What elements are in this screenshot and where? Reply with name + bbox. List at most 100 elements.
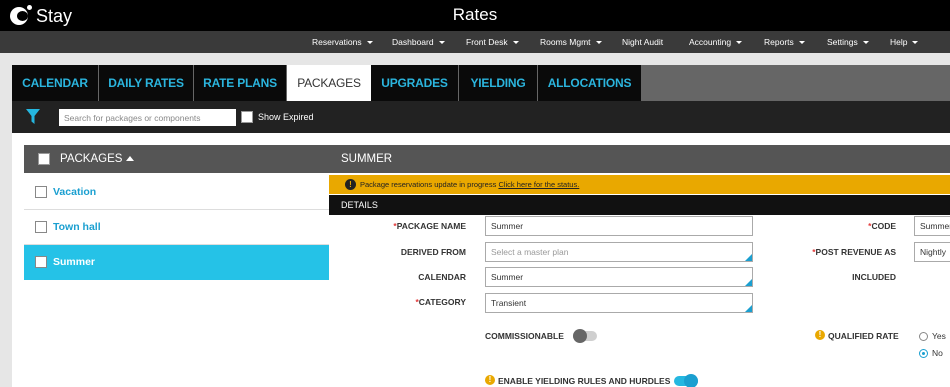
package-name-label: *PACKAGE NAME	[393, 221, 466, 231]
derived-from-select[interactable]: Select a master plan	[485, 242, 753, 262]
nav-dashboard[interactable]: Dashboard	[392, 31, 445, 53]
top-bar: Stay Rates	[0, 0, 950, 31]
tab-yielding[interactable]: YIELDING	[459, 65, 538, 101]
package-name-field[interactable]: Summer	[485, 216, 753, 236]
details-section-header: DETAILS	[329, 195, 950, 215]
category-label: *CATEGORY	[415, 297, 466, 307]
nav-label: Reservations	[312, 37, 362, 47]
label-text: POST REVENUE AS	[815, 247, 896, 257]
nav-label: Dashboard	[392, 37, 434, 47]
content-panel: CALENDAR DAILY RATES RATE PLANS PACKAGES…	[12, 65, 950, 387]
chevron-down-icon	[438, 41, 445, 45]
nav-accounting[interactable]: Accounting	[689, 31, 743, 53]
tab-packages[interactable]: PACKAGES	[287, 65, 371, 101]
commissionable-toggle[interactable]	[573, 329, 597, 343]
dropdown-corner-icon	[745, 254, 752, 261]
qualified-rate-no-radio[interactable]	[919, 349, 928, 358]
nav-label: Help	[890, 37, 908, 47]
tab-calendar[interactable]: CALENDAR	[12, 65, 99, 101]
show-expired-label: Show Expired	[258, 112, 314, 122]
label-text: PACKAGE NAME	[396, 221, 466, 231]
chevron-down-icon	[736, 41, 743, 45]
nav-label: Settings	[827, 37, 858, 47]
tab-allocations[interactable]: ALLOCATIONS	[538, 65, 642, 101]
package-checkbox[interactable]	[35, 221, 47, 233]
sort-ascending-icon	[126, 156, 135, 162]
nav-label: Night Audit	[622, 37, 664, 47]
package-item-town-hall[interactable]: Town hall	[24, 210, 329, 245]
search-input[interactable]	[59, 109, 236, 126]
toggle-knob	[684, 374, 698, 387]
filter-bar: Show Expired	[12, 101, 950, 133]
package-checkbox[interactable]	[35, 186, 47, 198]
included-label: INCLUDED	[852, 272, 896, 282]
details-section-title: DETAILS	[341, 200, 378, 210]
alert-message: Package reservations update in progress …	[360, 175, 579, 194]
nav-label: Reports	[764, 37, 794, 47]
main-nav: Reservations Dashboard Front Desk Rooms …	[0, 31, 950, 53]
select-all-checkbox[interactable]	[38, 153, 50, 165]
package-detail-title: SUMMER	[341, 153, 393, 165]
nav-label: Front Desk	[466, 37, 508, 47]
filter-icon[interactable]	[26, 109, 40, 125]
rates-tabs: CALENDAR DAILY RATES RATE PLANS PACKAGES…	[12, 65, 950, 101]
category-select[interactable]: Transient	[485, 293, 753, 313]
package-detail-header: SUMMER	[329, 145, 950, 173]
nav-night-audit[interactable]: Night Audit	[622, 31, 663, 53]
label-text: CATEGORY	[418, 297, 466, 307]
show-expired-checkbox[interactable]	[241, 111, 253, 123]
post-revenue-select[interactable]: Nightly	[914, 242, 950, 262]
qualified-rate-label: QUALIFIED RATE	[828, 331, 899, 341]
alert-text: Package reservations update in progress	[360, 180, 497, 189]
tab-daily-rates[interactable]: DAILY RATES	[99, 65, 194, 101]
code-field[interactable]: Summer	[914, 216, 950, 236]
package-label: Town hall	[53, 221, 101, 233]
yielding-toggle[interactable]	[674, 374, 698, 387]
chevron-down-icon	[595, 41, 602, 45]
packages-sort-header[interactable]: PACKAGES	[60, 145, 135, 173]
tab-upgrades[interactable]: UPGRADES	[371, 65, 459, 101]
select-placeholder: Select a master plan	[491, 247, 569, 257]
nav-settings[interactable]: Settings	[827, 31, 869, 53]
select-value: Transient	[491, 298, 527, 308]
alert-icon: !	[345, 179, 356, 190]
code-label: *CODE	[868, 221, 896, 231]
qualified-rate-yes-label: Yes	[932, 331, 946, 341]
select-value: Summer	[491, 272, 524, 282]
nav-reservations[interactable]: Reservations	[312, 31, 373, 53]
nav-reports[interactable]: Reports	[764, 31, 805, 53]
package-item-summer[interactable]: Summer	[24, 245, 329, 280]
chevron-down-icon	[862, 41, 869, 45]
info-icon: !	[815, 330, 825, 340]
nav-label: Rooms Mgmt	[540, 37, 591, 47]
derived-from-label: DERIVED FROM	[400, 247, 466, 257]
status-alert-banner: ! Package reservations update in progres…	[329, 175, 950, 194]
page-title: Rates	[452, 5, 498, 24]
yielding-label: ENABLE YIELDING RULES AND HURDLES	[498, 376, 671, 386]
calendar-select[interactable]: Summer	[485, 267, 753, 287]
post-revenue-label: *POST REVENUE AS	[812, 247, 896, 257]
chevron-down-icon	[798, 41, 805, 45]
nav-rooms-mgmt[interactable]: Rooms Mgmt	[540, 31, 602, 53]
dropdown-corner-icon	[745, 305, 752, 312]
nav-help[interactable]: Help	[890, 31, 919, 53]
dropdown-corner-icon	[745, 279, 752, 286]
calendar-label: CALENDAR	[418, 272, 466, 282]
package-label: Vacation	[53, 186, 97, 198]
chevron-down-icon	[512, 41, 519, 45]
status-link[interactable]: Click here for the status.	[498, 180, 579, 189]
packages-list-header: PACKAGES	[24, 145, 329, 173]
tab-rate-plans[interactable]: RATE PLANS	[194, 65, 287, 101]
package-label: Summer	[53, 256, 96, 268]
qualified-rate-no-label: No	[932, 348, 943, 358]
package-checkbox[interactable]	[35, 256, 47, 268]
nav-label: Accounting	[689, 37, 732, 47]
packages-header-label: PACKAGES	[60, 153, 123, 165]
package-item-vacation[interactable]: Vacation	[24, 175, 329, 210]
content-frame: CALENDAR DAILY RATES RATE PLANS PACKAGES…	[0, 53, 950, 387]
commissionable-label: COMMISSIONABLE	[485, 331, 564, 341]
label-text: CODE	[871, 221, 896, 231]
chevron-down-icon	[912, 41, 919, 45]
nav-front-desk[interactable]: Front Desk	[466, 31, 519, 53]
qualified-rate-yes-radio[interactable]	[919, 332, 928, 341]
